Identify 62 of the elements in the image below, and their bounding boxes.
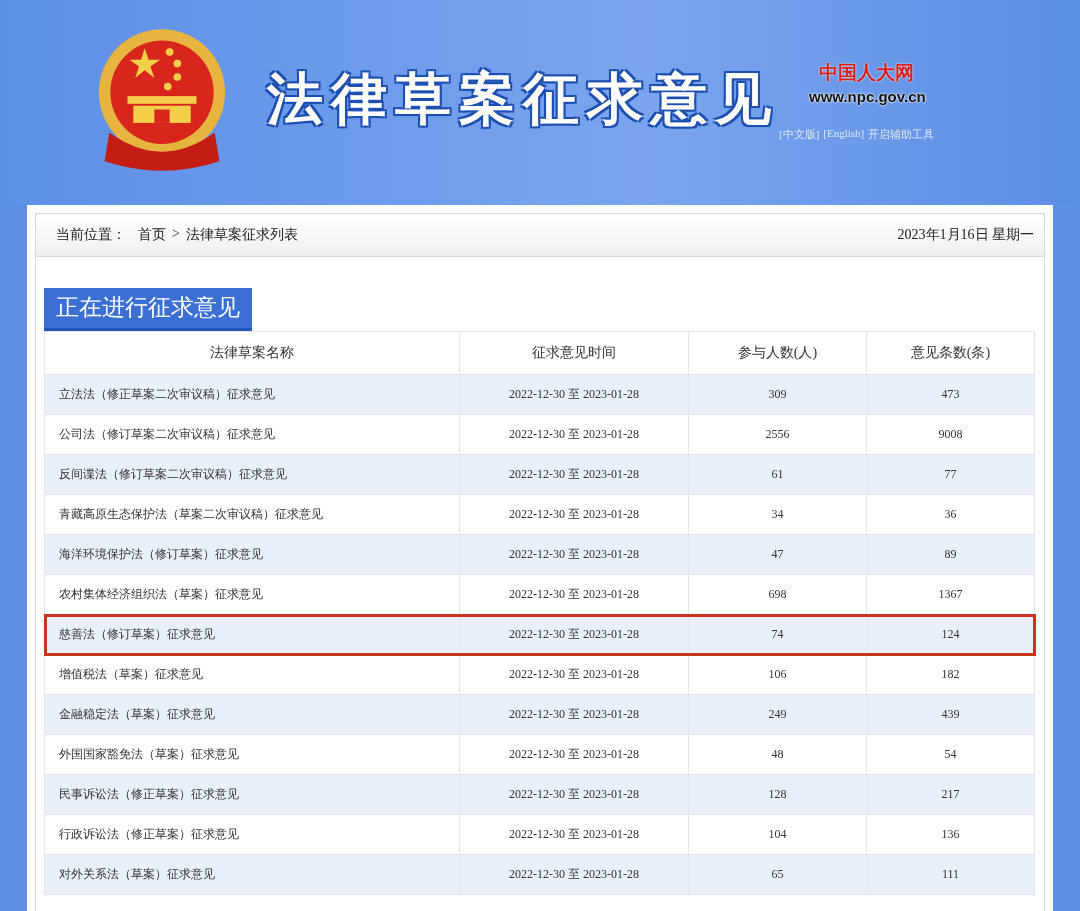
law-draft-link[interactable]: 农村集体经济组织法（草案）征求意见 bbox=[44, 574, 460, 615]
table-cell: 2022-12-30 至 2023-01-28 bbox=[459, 854, 689, 895]
law-draft-link[interactable]: 外国国家豁免法（草案）征求意见 bbox=[44, 734, 460, 775]
table-cell: 111 bbox=[866, 854, 1035, 895]
date-text: 2023年1月16日 星期一 bbox=[897, 226, 1034, 244]
table-cell: 124 bbox=[866, 614, 1035, 655]
law-draft-link[interactable]: 行政诉讼法（修正草案）征求意见 bbox=[44, 814, 460, 855]
table-cell: 2022-12-30 至 2023-01-28 bbox=[459, 414, 689, 455]
table-cell: 249 bbox=[688, 694, 867, 735]
table-cell: 2022-12-30 至 2023-01-28 bbox=[459, 614, 689, 655]
table-cell: 36 bbox=[866, 494, 1035, 535]
table-cell: 2022-12-30 至 2023-01-28 bbox=[459, 694, 689, 735]
table-cell: 2022-12-30 至 2023-01-28 bbox=[459, 734, 689, 775]
law-draft-link[interactable]: 反间谍法（修订草案二次审议稿）征求意见 bbox=[44, 454, 460, 495]
table-cell: 439 bbox=[866, 694, 1035, 735]
breadcrumb-link[interactable]: 首页 bbox=[138, 226, 166, 244]
table-cell: 34 bbox=[688, 494, 867, 535]
law-draft-link[interactable]: 民事诉讼法（修正草案）征求意见 bbox=[44, 774, 460, 815]
table-cell: 2022-12-30 至 2023-01-28 bbox=[459, 534, 689, 575]
table-cell: 9008 bbox=[866, 414, 1035, 455]
law-draft-link[interactable]: 增值税法（草案）征求意见 bbox=[44, 654, 460, 695]
table-cell: 2022-12-30 至 2023-01-28 bbox=[459, 494, 689, 535]
table-cell: 2022-12-30 至 2023-01-28 bbox=[459, 654, 689, 695]
table-cell: 2556 bbox=[688, 414, 867, 455]
law-draft-link[interactable]: 公司法（修订草案二次审议稿）征求意见 bbox=[44, 414, 460, 455]
table-cell: 104 bbox=[688, 814, 867, 855]
law-draft-link[interactable]: 立法法（修正草案二次审议稿）征求意见 bbox=[44, 374, 460, 415]
table-cell: 2022-12-30 至 2023-01-28 bbox=[459, 374, 689, 415]
table-cell: 61 bbox=[688, 454, 867, 495]
table-cell: 2022-12-30 至 2023-01-28 bbox=[459, 454, 689, 495]
table-cell: 54 bbox=[866, 734, 1035, 775]
table-cell: 2022-12-30 至 2023-01-28 bbox=[459, 814, 689, 855]
breadcrumb-label: 当前位置： bbox=[56, 226, 126, 244]
column-header: 法律草案名称 bbox=[44, 331, 460, 375]
table-cell: 182 bbox=[866, 654, 1035, 695]
table-cell: 217 bbox=[866, 774, 1035, 815]
breadcrumb-link[interactable]: 法律草案征求列表 bbox=[185, 226, 298, 244]
law-draft-link[interactable]: 金融稳定法（草案）征求意见 bbox=[44, 694, 460, 735]
section-title: 正在进行征求意见 bbox=[44, 288, 252, 331]
law-draft-link[interactable]: 海洋环境保护法（修订草案）征求意见 bbox=[44, 534, 460, 575]
table-cell: 77 bbox=[866, 454, 1035, 495]
table-cell: 89 bbox=[866, 534, 1035, 575]
table-cell: 65 bbox=[688, 854, 867, 895]
page-title: 法律草案征求意见 bbox=[267, 65, 779, 133]
table-cell: 106 bbox=[688, 654, 867, 695]
column-header: 征求意见时间 bbox=[459, 331, 689, 375]
table-cell: 473 bbox=[866, 374, 1035, 415]
column-header: 意见条数(条) bbox=[866, 331, 1035, 375]
table-cell: 2022-12-30 至 2023-01-28 bbox=[459, 774, 689, 815]
table-cell: 136 bbox=[866, 814, 1035, 855]
table-cell: 309 bbox=[688, 374, 867, 415]
table-cell: 128 bbox=[688, 774, 867, 815]
table-cell: 48 bbox=[688, 734, 867, 775]
law-draft-link[interactable]: 青藏高原生态保护法（草案二次审议稿）征求意见 bbox=[44, 494, 460, 535]
column-header: 参与人数(人) bbox=[688, 331, 867, 375]
law-draft-link[interactable]: 慈善法（修订草案）征求意见 bbox=[44, 614, 460, 655]
site-url: www.npc.gov.cn bbox=[809, 88, 926, 105]
breadcrumb-separator: > bbox=[172, 226, 180, 243]
table-cell: 47 bbox=[688, 534, 867, 575]
table-cell: 74 bbox=[688, 614, 867, 655]
site-logo: 中国人大网 bbox=[819, 61, 914, 85]
law-draft-link[interactable]: 对外关系法（草案）征求意见 bbox=[44, 854, 460, 895]
